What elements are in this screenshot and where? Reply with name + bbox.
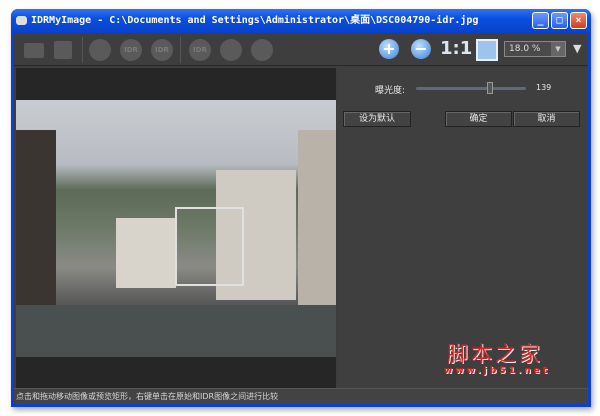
contrast-icon[interactable] <box>89 39 111 61</box>
close-button[interactable]: × <box>570 12 587 29</box>
save-icon[interactable] <box>54 41 72 59</box>
actual-size-button[interactable]: 1:1 <box>440 38 472 59</box>
status-bar: 点击和拖动移动图像或预览矩形，右键单击在原始和IDR图像之间进行比较 <box>14 388 588 404</box>
app-icon <box>16 16 27 25</box>
watermark-url: www.jb51.net <box>444 366 551 376</box>
idr-settings-icon[interactable]: IDR <box>151 39 173 61</box>
settings-panel: 曝光度: 139 设为默认 确定 取消 脚本之家 www.jb51.net <box>337 68 588 388</box>
exposure-label: 曝光度: <box>375 86 406 96</box>
maximize-button[interactable]: □ <box>551 12 568 29</box>
gear-info-icon[interactable] <box>220 39 242 61</box>
watermark-logo: 脚本之家 <box>447 342 543 366</box>
minimize-button[interactable]: _ <box>532 12 549 29</box>
slider-thumb[interactable] <box>486 82 493 94</box>
gear-help-icon[interactable] <box>251 39 273 61</box>
zoom-in-icon[interactable]: + <box>379 39 399 59</box>
exposure-slider[interactable] <box>416 82 526 94</box>
set-default-button[interactable]: 设为默认 <box>343 111 411 127</box>
open-folder-icon[interactable] <box>24 43 44 58</box>
fit-to-window-icon[interactable] <box>476 39 498 61</box>
image-preview-panel[interactable] <box>16 68 336 388</box>
building <box>298 130 336 320</box>
zoom-select[interactable]: 18.0 % ▼ <box>504 41 566 57</box>
toolbar-separator <box>82 37 83 63</box>
building <box>116 218 176 288</box>
canal <box>16 305 336 357</box>
window-title: IDRMyImage - C:\Documents and Settings\A… <box>31 15 479 26</box>
toolbar-menu-arrow[interactable]: ▼ <box>573 42 581 55</box>
zoom-value: 18.0 % <box>509 44 541 54</box>
window-body: IDR IDR IDR + − 1:1 18.0 % ▼ ▼ 曝光度: 139 … <box>14 33 588 404</box>
toolbar-separator <box>180 37 181 63</box>
app-window: IDRMyImage - C:\Documents and Settings\A… <box>11 9 591 407</box>
photo-preview[interactable] <box>16 100 336 357</box>
cancel-button[interactable]: 取消 <box>513 111 580 127</box>
ok-button[interactable]: 确定 <box>445 111 512 127</box>
zoom-out-icon[interactable]: − <box>411 39 431 59</box>
chevron-down-icon[interactable]: ▼ <box>551 42 565 56</box>
preview-rectangle[interactable] <box>175 207 244 286</box>
idr-batch-icon[interactable]: IDR <box>189 39 211 61</box>
exposure-value: 139 <box>536 83 552 92</box>
toolbar: IDR IDR IDR + − 1:1 18.0 % ▼ ▼ <box>14 33 588 66</box>
idr-icon[interactable]: IDR <box>120 39 142 61</box>
title-bar[interactable]: IDRMyImage - C:\Documents and Settings\A… <box>11 9 591 33</box>
